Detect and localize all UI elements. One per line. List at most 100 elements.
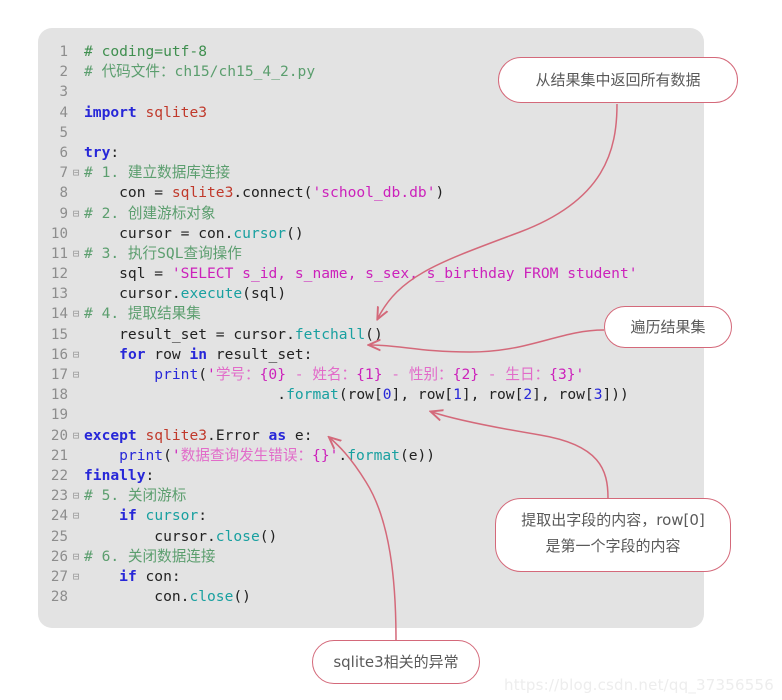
- code-token: (: [198, 366, 208, 383]
- fold-toggle-icon[interactable]: ⊟: [68, 304, 84, 324]
- code-token: cursor.: [84, 527, 216, 545]
- code-token: # coding=utf-8: [84, 43, 208, 60]
- fold-toggle-icon[interactable]: ⊟: [68, 163, 84, 183]
- fold-toggle-icon[interactable]: ⊟: [68, 567, 84, 587]
- code-token: # 2. 创建游标对象: [84, 204, 216, 222]
- code-token: (): [286, 224, 304, 242]
- code-token: 1: [453, 386, 462, 404]
- code-token: # 6. 关闭数据连接: [84, 547, 216, 565]
- line-number: 27: [50, 568, 68, 585]
- code-token: .: [338, 446, 348, 464]
- code-text: # 4. 提取结果集: [84, 304, 201, 324]
- code-token: .Error: [207, 426, 269, 444]
- code-line: 17 ⊟ print('学号：{0} - 姓名：{1} - 性别：{2} - 生日…: [38, 365, 704, 385]
- code-text: if con:: [84, 567, 181, 587]
- fold-toggle-icon[interactable]: ⊟: [68, 365, 84, 385]
- fold-toggle-icon[interactable]: ⊟: [68, 345, 84, 365]
- code-token: ': [575, 366, 585, 383]
- screenshot-root: 1 # coding=utf-8 2 # 代码文件：ch15/ch15_4_2.py 3…: [0, 0, 782, 700]
- fold-toggle-icon[interactable]: ⊟: [68, 506, 84, 526]
- line-number: 4: [59, 104, 68, 121]
- code-text: # coding=utf-8: [84, 42, 207, 62]
- code-token: if: [119, 507, 137, 525]
- line-number: 26: [50, 548, 68, 565]
- code-line: 10 cursor = con.cursor(): [38, 224, 704, 244]
- code-token: format: [286, 386, 339, 404]
- code-token: (): [233, 588, 251, 606]
- code-token: con.: [84, 588, 190, 606]
- code-line: 5: [38, 123, 704, 143]
- line-number: 11: [50, 245, 68, 262]
- code-token: result_set = cursor.: [84, 325, 295, 343]
- code-text: .format(row[0], row[1], row[2], row[3])): [84, 385, 629, 405]
- code-token: cursor: [233, 224, 287, 242]
- code-token: print: [154, 366, 199, 383]
- code-token: .: [84, 386, 287, 404]
- code-token: cursor = con.: [84, 224, 234, 242]
- fold-toggle-icon[interactable]: ⊟: [68, 486, 84, 506]
- code-token: 数据查询发生错误：: [180, 446, 313, 464]
- fold-toggle-icon[interactable]: ⊟: [68, 426, 84, 446]
- code-text: # 2. 创建游标对象: [84, 204, 216, 224]
- line-number: 6: [59, 144, 68, 161]
- callout-iterate: 遍历结果集: [604, 306, 732, 348]
- line-number: 1: [59, 44, 68, 60]
- code-token: 2: [523, 386, 533, 404]
- line-number: 21: [50, 447, 68, 464]
- code-line: 9 ⊟ # 2. 创建游标对象: [38, 204, 704, 224]
- fold-toggle-icon[interactable]: ⊟: [68, 244, 84, 264]
- line-number: 28: [50, 589, 68, 606]
- code-token: (: [163, 446, 172, 464]
- code-token: 生日：: [505, 366, 550, 383]
- code-token: 学号：: [215, 366, 260, 383]
- code-token: # 4. 提取结果集: [84, 305, 201, 323]
- code-token: fetchall: [294, 325, 366, 343]
- line-number: 2: [59, 64, 68, 81]
- fold-toggle-icon[interactable]: ⊟: [68, 204, 84, 224]
- code-token: {1}: [356, 366, 383, 383]
- code-token: ], row[: [461, 386, 524, 404]
- code-text: finally:: [84, 466, 154, 486]
- line-number: 12: [50, 266, 68, 283]
- code-line: 8 con = sqlite3.connect('school_db.db'): [38, 183, 704, 203]
- code-token: -: [479, 366, 506, 383]
- code-token: ], row[: [532, 386, 594, 404]
- code-text: result_set = cursor.fetchall(): [84, 325, 383, 345]
- code-line: 18 .format(row[0], row[1], row[2], row[3…: [38, 385, 704, 405]
- line-number: 20: [50, 427, 68, 444]
- code-text: # 3. 执行SQL查询操作: [84, 244, 242, 264]
- code-token: sql =: [84, 265, 172, 283]
- callout-extract: 提取出字段的内容，row[0] 是第一个字段的内容: [495, 498, 731, 572]
- code-token: :: [110, 143, 120, 161]
- code-text: cursor.execute(sql): [84, 284, 286, 304]
- code-token: {3}: [549, 366, 576, 383]
- code-text: # 代码文件：ch15/ch15_4_2.py: [84, 62, 315, 82]
- watermark: https://blog.csdn.net/qq_37356556: [504, 676, 774, 694]
- code-token: close: [215, 527, 260, 545]
- line-number: 15: [50, 326, 68, 343]
- line-number: 17: [50, 367, 68, 383]
- code-line: 13 cursor.execute(sql): [38, 284, 704, 304]
- fold-toggle-icon[interactable]: ⊟: [68, 547, 84, 567]
- code-token: cursor.: [84, 285, 181, 303]
- code-token: finally: [84, 466, 146, 484]
- code-line: 19: [38, 405, 704, 425]
- code-token: close: [189, 588, 234, 606]
- code-line: 12 sql = 'SELECT s_id, s_name, s_sex, s_…: [38, 264, 704, 284]
- code-text: print('数据查询发生错误：{}'.format(e)): [84, 446, 435, 466]
- code-text: # 1. 建立数据库连接: [84, 163, 230, 183]
- code-token: # 5. 关闭游标: [84, 487, 187, 505]
- callout-extract-line2: 是第一个字段的内容: [545, 537, 681, 555]
- code-token: if: [119, 567, 137, 585]
- code-token: # 1. 建立数据库连接: [84, 164, 231, 182]
- code-token: as: [268, 426, 287, 444]
- code-text: import sqlite3: [84, 103, 207, 123]
- code-token: 'SELECT s_id, s_name, s_sex, s_birthday …: [171, 265, 638, 283]
- code-token: print: [119, 446, 164, 464]
- line-number: 3: [59, 84, 68, 101]
